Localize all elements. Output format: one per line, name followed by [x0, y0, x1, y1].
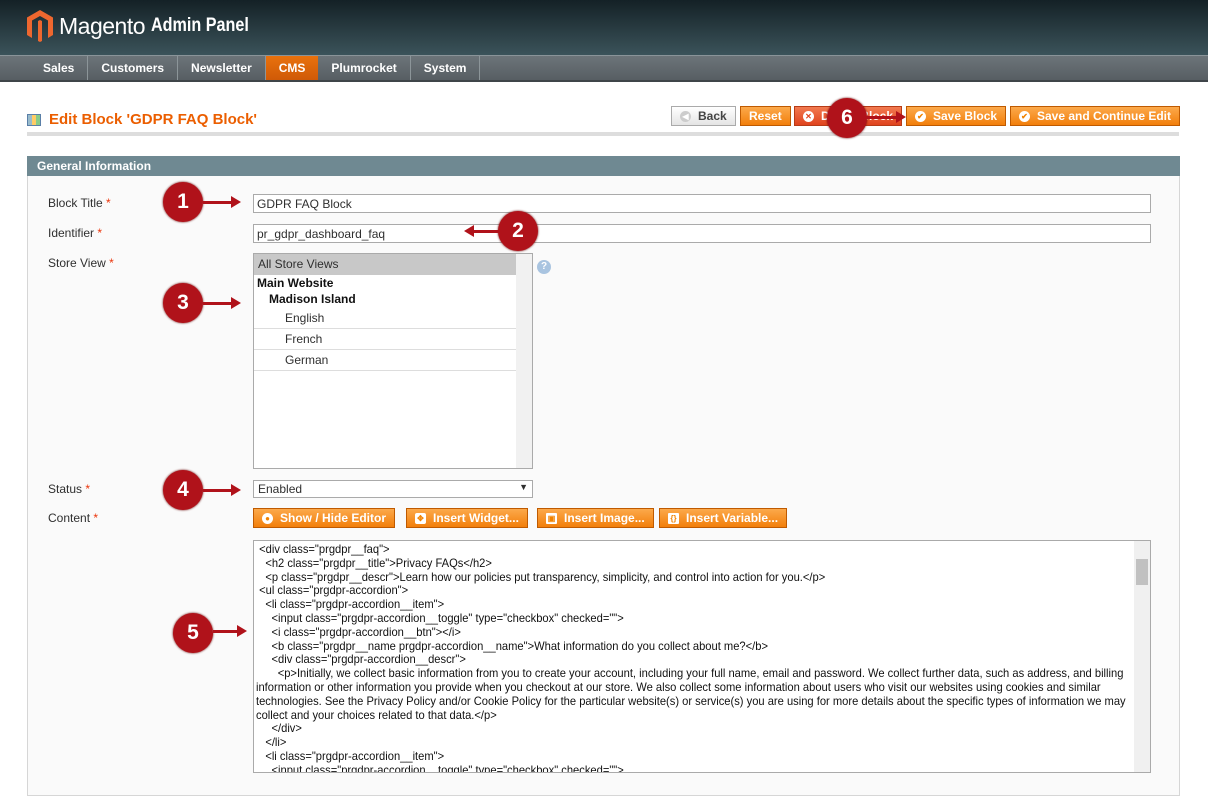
nav-cms[interactable]: CMS — [265, 56, 319, 80]
callout-marker-6: 6 — [827, 98, 867, 138]
arrow-right-icon — [213, 625, 247, 637]
divider — [27, 132, 1179, 136]
help-icon[interactable]: ? — [537, 260, 551, 274]
option-french[interactable]: French — [254, 329, 516, 350]
save-continue-button[interactable]: ✔ Save and Continue Edit — [1010, 106, 1181, 126]
callout-marker-1: 1 — [163, 182, 203, 222]
page-title: Edit Block 'GDPR FAQ Block' — [49, 111, 258, 128]
btn-label: Insert Image... — [564, 511, 645, 525]
status-value: Enabled — [258, 482, 303, 496]
arrow-right-icon — [203, 484, 241, 496]
option-english[interactable]: English — [254, 308, 516, 329]
variable-icon: {} — [668, 512, 679, 524]
nav-customers[interactable]: Customers — [88, 56, 179, 80]
identifier-input[interactable]: pr_gdpr_dashboard_faq — [253, 224, 1151, 243]
back-label: Back — [698, 109, 727, 123]
page-title-wrap: Edit Block 'GDPR FAQ Block' — [27, 111, 257, 128]
dropdown-arrow-icon: ▼ — [519, 482, 528, 492]
insert-image-button[interactable]: ▣ Insert Image... — [537, 508, 654, 528]
nav-sales[interactable]: Sales — [30, 56, 89, 80]
show-hide-editor-button[interactable]: ● Show / Hide Editor — [253, 508, 396, 528]
widget-icon: ✥ — [415, 512, 426, 524]
optgroup-madison-island: Madison Island — [269, 292, 356, 306]
eye-icon: ● — [262, 512, 273, 524]
callout-marker-4: 4 — [163, 470, 203, 510]
save-continue-label: Save and Continue Edit — [1037, 109, 1172, 123]
nav-plumrocket[interactable]: Plumrocket — [318, 56, 411, 80]
arrow-right-icon — [203, 297, 241, 309]
save-label: Save Block — [933, 109, 998, 123]
delete-icon: ✕ — [803, 110, 814, 122]
store-view-multiselect[interactable]: All Store Views Main Website Madison Isl… — [253, 253, 533, 469]
grid-icon — [27, 113, 41, 126]
callout-marker-5: 5 — [173, 613, 213, 653]
store-view-label: Store View * — [48, 256, 114, 270]
identifier-label: Identifier * — [48, 226, 103, 240]
image-icon: ▣ — [546, 512, 557, 524]
arrow-right-icon — [203, 196, 241, 208]
content-label: Content * — [48, 511, 99, 525]
btn-label: Insert Variable... — [686, 511, 779, 525]
option-german[interactable]: German — [254, 350, 516, 371]
arrow-left-icon — [464, 225, 499, 237]
block-title-input[interactable]: GDPR FAQ Block — [253, 194, 1151, 213]
insert-widget-button[interactable]: ✥ Insert Widget... — [406, 508, 528, 528]
option-all-store-views[interactable]: All Store Views — [254, 254, 516, 275]
main-nav: Sales Customers Newsletter CMS Plumrocke… — [0, 55, 1208, 82]
btn-label: Show / Hide Editor — [280, 511, 387, 525]
scrollbar[interactable] — [516, 254, 532, 468]
nav-newsletter[interactable]: Newsletter — [178, 56, 266, 80]
section-header: General Information — [27, 156, 1180, 176]
nav-system[interactable]: System — [411, 56, 481, 80]
reset-button[interactable]: Reset — [740, 106, 791, 126]
magento-logo-icon — [27, 10, 53, 42]
btn-label: Insert Widget... — [433, 511, 519, 525]
reset-label: Reset — [749, 109, 782, 123]
logo-name: Magento — [59, 12, 146, 39]
logo-subtitle: Admin Panel — [151, 15, 249, 36]
content-textarea[interactable]: <div class="prgdpr__faq"> <h2 class="prg… — [253, 540, 1151, 773]
callout-marker-3: 3 — [163, 283, 203, 323]
check-icon: ✔ — [915, 110, 926, 122]
block-title-label: Block Title * — [48, 196, 111, 210]
back-arrow-icon: ◀ — [680, 110, 691, 122]
content-text: <div class="prgdpr__faq"> <h2 class="prg… — [256, 542, 1126, 773]
status-label: Status * — [48, 482, 91, 496]
callout-marker-2: 2 — [498, 211, 538, 251]
status-select[interactable]: Enabled ▼ — [253, 480, 533, 498]
scrollbar[interactable] — [1134, 541, 1150, 772]
insert-variable-button[interactable]: {} Insert Variable... — [659, 508, 788, 528]
logo[interactable]: Magento Admin Panel — [27, 10, 266, 42]
back-button[interactable]: ◀ Back — [671, 106, 736, 126]
arrow-right-icon — [866, 111, 906, 123]
save-block-button[interactable]: ✔ Save Block — [906, 106, 1007, 126]
optgroup-main-website: Main Website — [257, 276, 334, 290]
check-icon: ✔ — [1019, 110, 1030, 122]
